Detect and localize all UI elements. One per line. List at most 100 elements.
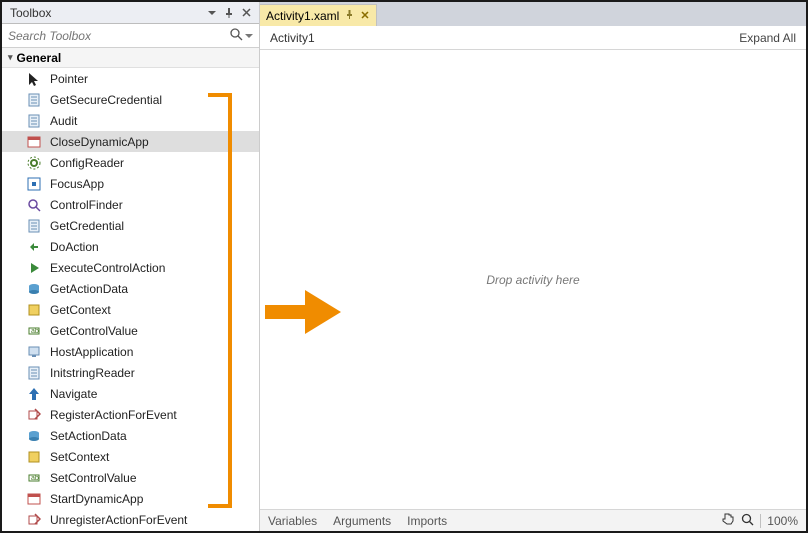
tool-item-ctrlfinder[interactable]: ControlFinder — [2, 194, 259, 215]
find-icon — [26, 197, 42, 213]
doc-icon — [26, 113, 42, 129]
host-icon — [26, 344, 42, 360]
tree-group-general[interactable]: ▾ General — [2, 48, 259, 68]
app-icon — [26, 134, 42, 150]
divider — [760, 514, 761, 528]
tool-item-label: StartDynamicApp — [50, 492, 143, 506]
tool-item-label: Audit — [50, 114, 77, 128]
nav-icon — [26, 386, 42, 402]
tab-activity1[interactable]: Activity1.xaml ✕ — [260, 4, 377, 26]
tool-item-label: HostApplication — [50, 345, 133, 359]
tool-item-label: ConfigReader — [50, 156, 124, 170]
tool-item-startdyn[interactable]: StartDynamicApp — [2, 488, 259, 509]
doc-icon — [26, 365, 42, 381]
data-icon — [26, 281, 42, 297]
tool-item-unregaction[interactable]: UnregisterActionForEvent — [2, 509, 259, 530]
pointer-icon — [26, 71, 42, 87]
doc-icon — [26, 92, 42, 108]
tool-item-regaction[interactable]: RegisterActionForEvent — [2, 404, 259, 425]
close-icon[interactable] — [239, 6, 253, 20]
toolbox-search-input[interactable] — [8, 29, 229, 43]
action-icon — [26, 239, 42, 255]
val-icon: ab — [26, 323, 42, 339]
tool-item-label: SetActionData — [50, 429, 127, 443]
tool-item-label: SetControlValue — [50, 471, 137, 485]
tool-item-label: CloseDynamicApp — [50, 135, 149, 149]
tab-close-icon[interactable]: ✕ — [360, 9, 369, 22]
tool-item-label: InitstringReader — [50, 366, 135, 380]
tool-item-getctrlval[interactable]: ab GetControlValue — [2, 320, 259, 341]
tool-item-setcontext[interactable]: SetContext — [2, 446, 259, 467]
focus-icon — [26, 176, 42, 192]
tool-item-label: Pointer — [50, 72, 88, 86]
tool-item-navigate[interactable]: Navigate — [2, 383, 259, 404]
designer-canvas[interactable]: Drop activity here — [260, 50, 806, 509]
exec-icon — [26, 260, 42, 276]
toolbox-title: Toolbox — [10, 6, 205, 20]
tool-item-label: SetContext — [50, 450, 109, 464]
tool-item-getcontext[interactable]: GetContext — [2, 299, 259, 320]
tool-item-audit[interactable]: Audit — [2, 110, 259, 131]
designer-panel: Activity1.xaml ✕ Activity1 Expand All Dr… — [260, 2, 806, 531]
tool-item-hostapp[interactable]: HostApplication — [2, 341, 259, 362]
pin-icon[interactable] — [222, 6, 236, 20]
tool-item-label: GetActionData — [50, 282, 128, 296]
toolbox-panel: Toolbox ▾ — [2, 2, 260, 531]
svg-text:ab: ab — [31, 328, 39, 335]
tool-item-setctrlval[interactable]: ab SetControlValue — [2, 467, 259, 488]
toolbox-search-row — [2, 24, 259, 48]
gear-icon — [26, 155, 42, 171]
toolbox-tree: ▾ General Pointer GetSecureCredential Audi… — [2, 48, 259, 531]
svg-text:ab: ab — [31, 475, 39, 482]
drop-hint: Drop activity here — [486, 273, 579, 287]
reg-icon — [26, 512, 42, 528]
tool-item-label: GetCredential — [50, 219, 124, 233]
tool-item-label: GetControlValue — [50, 324, 138, 338]
search-icon[interactable] — [229, 27, 243, 44]
ctx-icon — [26, 302, 42, 318]
doc-icon — [26, 218, 42, 234]
tool-item-label: GetContext — [50, 303, 111, 317]
zoom-level[interactable]: 100% — [767, 514, 798, 528]
tool-item-label: FocusApp — [50, 177, 104, 191]
tool-item-getsecure[interactable]: GetSecureCredential — [2, 89, 259, 110]
tool-item-label: RegisterActionForEvent — [50, 408, 177, 422]
search-chevron-icon[interactable] — [245, 29, 253, 43]
tree-group-label: General — [17, 51, 62, 65]
pan-icon[interactable] — [721, 512, 735, 529]
tool-item-initstr[interactable]: InitstringReader — [2, 362, 259, 383]
tool-item-label: UnregisterActionForEvent — [50, 513, 187, 527]
toolbox-header: Toolbox — [2, 2, 259, 24]
tool-item-label: ControlFinder — [50, 198, 123, 212]
breadcrumb-bar: Activity1 Expand All — [260, 26, 806, 50]
expand-all-button[interactable]: Expand All — [739, 31, 796, 45]
arguments-tab[interactable]: Arguments — [333, 514, 391, 528]
tool-item-getactdata[interactable]: GetActionData — [2, 278, 259, 299]
ctx-icon — [26, 449, 42, 465]
tool-item-label: ExecuteControlAction — [50, 261, 165, 275]
tool-item-setactdata[interactable]: SetActionData — [2, 425, 259, 446]
tool-item-closedyn[interactable]: CloseDynamicApp — [2, 131, 259, 152]
tool-item-getcred[interactable]: GetCredential — [2, 215, 259, 236]
tool-item-doaction[interactable]: DoAction — [2, 236, 259, 257]
tab-label: Activity1.xaml — [266, 9, 339, 23]
tool-item-execctrl[interactable]: ExecuteControlAction — [2, 257, 259, 278]
val-icon: ab — [26, 470, 42, 486]
breadcrumb[interactable]: Activity1 — [270, 31, 315, 45]
bottom-bar: Variables Arguments Imports 100% — [260, 509, 806, 531]
tool-item-label: GetSecureCredential — [50, 93, 162, 107]
caret-down-icon: ▾ — [8, 52, 13, 63]
tool-item-pointer[interactable]: Pointer — [2, 68, 259, 89]
data-icon — [26, 428, 42, 444]
reg-icon — [26, 407, 42, 423]
app-icon — [26, 491, 42, 507]
tool-item-configreader[interactable]: ConfigReader — [2, 152, 259, 173]
dropdown-icon[interactable] — [205, 6, 219, 20]
variables-tab[interactable]: Variables — [268, 514, 317, 528]
zoom-icon[interactable] — [741, 513, 754, 529]
tool-item-label: Navigate — [50, 387, 97, 401]
tab-pin-icon[interactable] — [345, 10, 354, 22]
tool-item-focusapp[interactable]: FocusApp — [2, 173, 259, 194]
tool-item-label: DoAction — [50, 240, 99, 254]
imports-tab[interactable]: Imports — [407, 514, 447, 528]
